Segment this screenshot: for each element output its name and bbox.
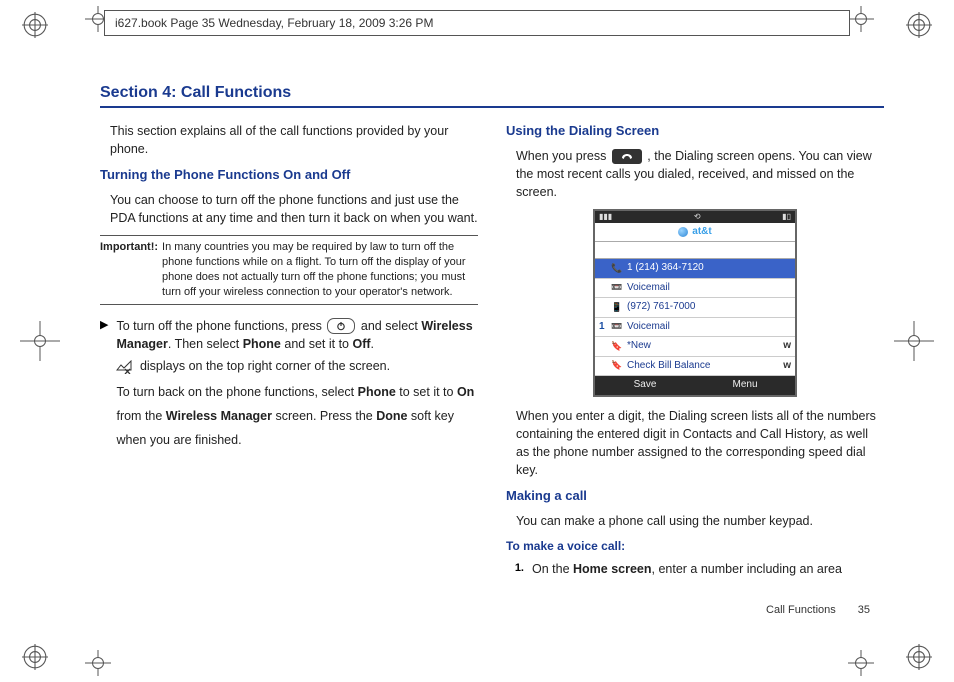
crop-cross-icon — [848, 6, 874, 32]
step-body: On the Home screen, enter a number inclu… — [532, 560, 884, 578]
registration-mark-icon — [22, 12, 48, 38]
screenshot-row: 📼 Voicemail — [595, 279, 795, 299]
footer-section: Call Functions — [766, 604, 836, 616]
step-line: To turn back on the phone functions, sel… — [116, 381, 478, 452]
crop-cross-icon — [894, 321, 934, 361]
running-header: i627.book Page 35 Wednesday, February 18… — [104, 10, 850, 36]
signal-icon: ▮▮▮ — [599, 211, 612, 223]
step-body: To turn off the phone functions, press a… — [116, 317, 478, 457]
heading-making-call: Making a call — [506, 487, 884, 506]
para-making-call: You can make a phone call using the numb… — [506, 512, 884, 530]
row-icon: 🔖 — [611, 340, 623, 352]
bullet-icon: ▶ — [100, 317, 108, 457]
para-dialing-intro: When you press , the Dialing screen open… — [506, 147, 884, 201]
left-column: This section explains all of the call fu… — [100, 122, 478, 622]
power-key-icon — [327, 318, 355, 334]
screenshot-row: 📱 (972) 761-7000 — [595, 298, 795, 318]
heading-turning-phone: Turning the Phone Functions On and Off — [100, 166, 478, 185]
registration-mark-icon — [906, 644, 932, 670]
section-title: Section 4: Call Functions — [100, 84, 884, 108]
footer-page-number: 35 — [858, 604, 870, 616]
send-key-icon — [612, 149, 642, 164]
para-turnoff-intro: You can choose to turn off the phone fun… — [100, 191, 478, 227]
link-icon: ⟲ — [694, 211, 701, 223]
row-icon: 🔖 — [611, 360, 623, 372]
row-label: Check Bill Balance — [627, 359, 779, 374]
row-trail: w — [783, 359, 791, 374]
intro-text: This section explains all of the call fu… — [100, 122, 478, 158]
page-footer: Call Functions 35 — [766, 604, 870, 616]
row-index: 1 — [599, 320, 607, 335]
row-label: Voicemail — [627, 281, 787, 296]
softkey-save: Save — [595, 376, 695, 395]
att-globe-icon — [678, 227, 688, 237]
softkey-menu: Menu — [695, 376, 795, 395]
step-line: displays on the top right corner of the … — [116, 357, 478, 375]
screenshot-row: 🔖 Check Bill Balance w — [595, 357, 795, 377]
step-line: To turn off the phone functions, press a… — [116, 317, 478, 353]
crop-cross-icon — [20, 321, 60, 361]
step-turn-off: ▶ To turn off the phone functions, press… — [100, 317, 478, 457]
dialing-screenshot: ▮▮▮ ⟲ ▮▯ at&t 📞 1 (214) 364-7120 📼 Voicemai… — [593, 209, 797, 397]
row-icon: 📼 — [611, 321, 623, 333]
signal-off-icon — [116, 360, 132, 374]
screenshot-row: 🔖 *New w — [595, 337, 795, 357]
step-voice-call-1: 1. On the Home screen, enter a number in… — [506, 560, 884, 578]
screenshot-row: 1 📼 Voicemail — [595, 318, 795, 338]
screenshot-statusbar: ▮▮▮ ⟲ ▮▯ — [595, 211, 795, 223]
important-text: In many countries you may be required by… — [162, 240, 478, 299]
row-trail: w — [783, 339, 791, 354]
step-number: 1. — [506, 560, 524, 578]
screenshot-row: 📞 1 (214) 364-7120 — [595, 259, 795, 279]
para-dialing-filter: When you enter a digit, the Dialing scre… — [506, 407, 884, 480]
row-label: 1 (214) 364-7120 — [627, 261, 787, 276]
row-icon: 📞 — [611, 262, 623, 274]
heading-dialing-screen: Using the Dialing Screen — [506, 122, 884, 141]
screenshot-input — [595, 242, 795, 259]
registration-mark-icon — [906, 12, 932, 38]
columns: This section explains all of the call fu… — [100, 122, 884, 622]
right-column: Using the Dialing Screen When you press … — [506, 122, 884, 622]
row-icon: 📼 — [611, 282, 623, 294]
row-label: Voicemail — [627, 320, 787, 335]
important-label: Important!: — [100, 240, 158, 299]
row-label: (972) 761-7000 — [627, 300, 787, 315]
battery-icon: ▮▯ — [782, 211, 791, 223]
row-label: *New — [627, 339, 779, 354]
important-note: Important!: In many countries you may be… — [100, 235, 478, 304]
crop-cross-icon — [85, 650, 111, 676]
page-content: Section 4: Call Functions This section e… — [100, 84, 884, 622]
row-icon: 📱 — [611, 301, 623, 313]
screenshot-brand: at&t — [595, 223, 795, 242]
crop-cross-icon — [848, 650, 874, 676]
registration-mark-icon — [22, 644, 48, 670]
running-header-text: i627.book Page 35 Wednesday, February 18… — [115, 16, 433, 30]
screenshot-softkeys: Save Menu — [595, 376, 795, 395]
heading-voice-call: To make a voice call: — [506, 538, 884, 555]
